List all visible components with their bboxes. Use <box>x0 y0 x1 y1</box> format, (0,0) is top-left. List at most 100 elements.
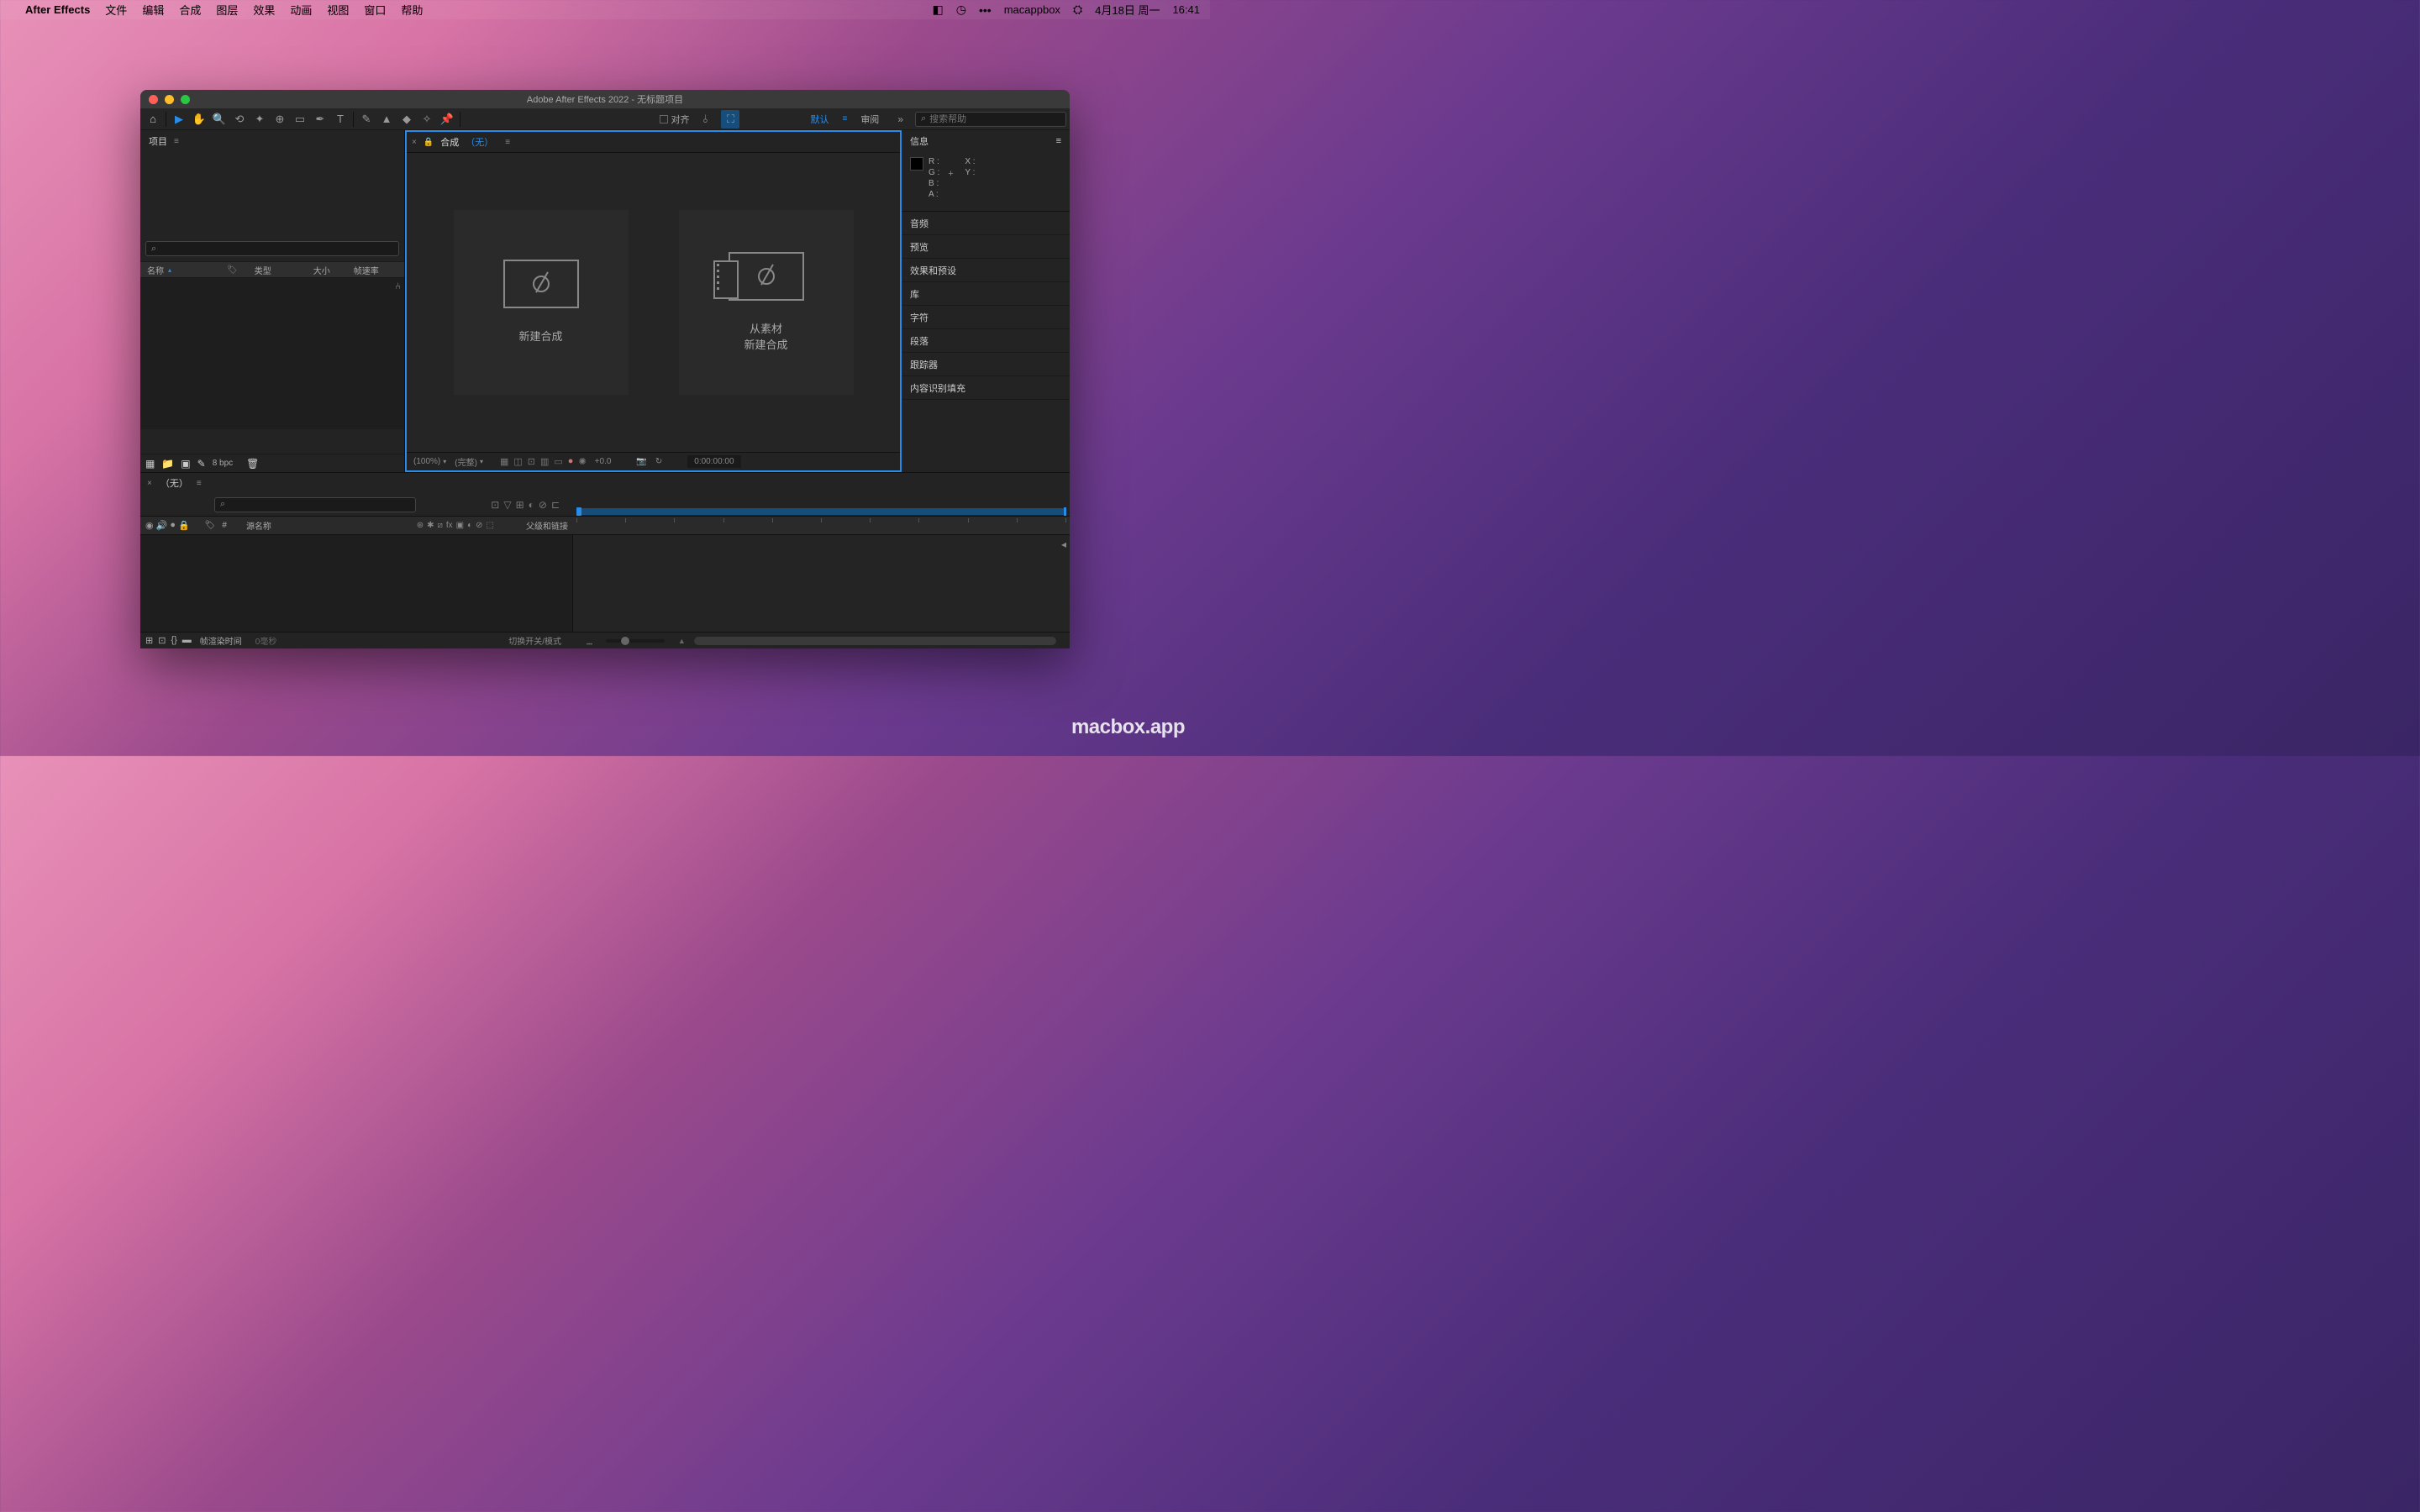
shy-icon[interactable]: ⊞ <box>516 499 524 511</box>
clock-icon[interactable]: ◷ <box>956 3 966 17</box>
lock-icon[interactable]: 🔒 <box>424 138 434 147</box>
toggle-modes-icon[interactable]: ⊡ <box>158 635 166 646</box>
interpret-footage-icon[interactable]: ▦ <box>145 458 155 470</box>
switch-icon[interactable]: ✱ <box>427 521 434 530</box>
snap-icon[interactable]: ⫰ <box>696 110 714 129</box>
hand-tool[interactable]: ✋ <box>190 110 208 129</box>
project-search-input[interactable] <box>160 244 393 254</box>
new-composition-card[interactable]: 新建合成 <box>454 210 629 395</box>
roto-tool[interactable]: ✧ <box>418 110 436 129</box>
timeline-tracks[interactable]: ◂ <box>573 535 1070 632</box>
maximize-window-button[interactable] <box>181 95 190 104</box>
timeline-search[interactable]: ⌕ <box>214 497 416 512</box>
zoom-dropdown[interactable]: (100%)▾ <box>413 457 446 466</box>
clone-tool[interactable]: ▲ <box>377 110 396 129</box>
rotate-tool[interactable]: ✦ <box>250 110 269 129</box>
workspace-review[interactable]: 审阅 <box>854 113 886 126</box>
region-icon[interactable]: ⊡ <box>528 456 535 467</box>
menu-window[interactable]: 窗口 <box>364 2 386 18</box>
draft-3d-icon[interactable]: ▽ <box>503 499 511 511</box>
col-name[interactable]: 名称 <box>147 264 164 276</box>
sidebar-item-audio[interactable]: 音频 <box>902 212 1070 235</box>
brush-tool[interactable]: ✎ <box>357 110 376 129</box>
menubar-date[interactable]: 4月18日 周一 <box>1095 2 1160 18</box>
sidebar-item-effects[interactable]: 效果和预设 <box>902 259 1070 282</box>
zoom-tool[interactable]: 🔍 <box>210 110 229 129</box>
switch-icon[interactable]: ⧄ <box>438 521 443 530</box>
exposure-reset-icon[interactable]: ✺ <box>578 456 586 467</box>
sidebar-item-content-aware[interactable]: 内容识别填充 <box>902 376 1070 400</box>
workspace-default[interactable]: 默认 <box>803 113 835 126</box>
adjust-icon[interactable]: ✎ <box>197 458 206 470</box>
selection-tool[interactable]: ▶ <box>170 110 188 129</box>
sidebar-item-library[interactable]: 库 <box>902 282 1070 306</box>
switch-icon[interactable]: ▣ <box>456 521 464 530</box>
align-checkbox[interactable]: 对齐 <box>660 113 689 126</box>
solo-icon[interactable]: ● <box>170 520 176 531</box>
stage-manager-icon[interactable]: ◧ <box>933 3 944 17</box>
menu-help[interactable]: 帮助 <box>401 2 423 18</box>
channel-icon[interactable]: ● <box>568 456 574 467</box>
menu-effect[interactable]: 效果 <box>253 2 275 18</box>
tag-col-icon[interactable]: 🏷 <box>205 521 216 530</box>
grid-icon[interactable]: ▥ <box>540 456 549 467</box>
col-type[interactable]: 类型 <box>255 264 271 276</box>
anchor-tool[interactable]: ⊕ <box>271 110 289 129</box>
menu-file[interactable]: 文件 <box>105 2 127 18</box>
menubar-user[interactable]: macappbox <box>1004 3 1060 16</box>
parent-link-col[interactable]: 父级和链接 <box>526 519 568 532</box>
tag-icon[interactable]: 🏷 <box>227 265 238 275</box>
resolution-dropdown[interactable]: (完整)▾ <box>455 455 483 468</box>
workspace-expand[interactable]: » <box>892 113 908 125</box>
snap-toggle[interactable]: ⛶ <box>721 110 739 129</box>
info-panel-menu-icon[interactable]: ≡ <box>1056 136 1061 146</box>
comp-tab-close[interactable]: × <box>412 138 417 147</box>
frame-blend-icon[interactable]: ◐ <box>529 499 534 511</box>
transparency-grid-icon[interactable]: ▦ <box>500 456 508 467</box>
more-icon[interactable]: ••• <box>979 3 992 17</box>
menu-layer[interactable]: 图层 <box>216 2 238 18</box>
snapshot-icon[interactable]: 📷 <box>636 457 646 466</box>
guides-icon[interactable]: ▭ <box>554 456 562 467</box>
switch-icon[interactable]: ⊘ <box>476 521 482 530</box>
toggle-switches-icon[interactable]: ⊞ <box>145 635 153 646</box>
type-tool[interactable]: T <box>331 110 350 129</box>
zoom-in-icon[interactable]: ▲ <box>678 637 686 645</box>
toggle-switches-button[interactable]: 切换开关/模式 <box>508 634 561 647</box>
switch-icon[interactable]: fx <box>446 521 453 530</box>
switch-icon[interactable]: ◐ <box>467 521 472 530</box>
motion-blur-icon[interactable]: ⊘ <box>539 499 547 511</box>
help-search-input[interactable] <box>929 114 1060 124</box>
new-comp-from-footage-card[interactable]: 从素材新建合成 <box>679 210 854 395</box>
speaker-icon[interactable]: 🔊 <box>156 520 168 531</box>
switch-icon[interactable]: ⊛ <box>417 521 424 530</box>
exposure-value[interactable]: +0.0 <box>595 457 612 466</box>
eye-icon[interactable]: ◉ <box>145 520 154 531</box>
sort-arrow-icon[interactable]: ▴ <box>168 266 171 274</box>
lock-col-icon[interactable]: 🔒 <box>178 520 190 531</box>
sidebar-item-preview[interactable]: 预览 <box>902 235 1070 259</box>
menu-animation[interactable]: 动画 <box>290 2 312 18</box>
menubar-time[interactable]: 16:41 <box>1172 3 1200 16</box>
timeline-tab-close[interactable]: × <box>147 479 152 488</box>
workspace-menu-icon[interactable]: ≡ <box>842 114 847 123</box>
menubar-app-name[interactable]: After Effects <box>25 3 90 16</box>
delete-icon[interactable]: 🗑 <box>246 458 259 470</box>
pen-tool[interactable]: ✒ <box>311 110 329 129</box>
timeline-zoom-slider[interactable] <box>606 639 665 643</box>
orbit-tool[interactable]: ⟲ <box>230 110 249 129</box>
timeline-layer-list[interactable] <box>140 535 573 632</box>
source-name-col[interactable]: 源名称 <box>246 519 271 532</box>
menu-composition[interactable]: 合成 <box>179 2 201 18</box>
col-fps[interactable]: 帧速率 <box>354 264 379 276</box>
sidebar-item-paragraph[interactable]: 段落 <box>902 329 1070 353</box>
hash-col[interactable]: # <box>222 521 227 530</box>
toggle-in-out-icon[interactable]: {} <box>171 635 176 646</box>
project-list[interactable]: ⑃ <box>140 278 404 429</box>
control-center-icon[interactable]: ⛭ <box>1073 3 1082 17</box>
sidebar-item-tracker[interactable]: 跟踪器 <box>902 353 1070 376</box>
help-search[interactable]: ⌕ <box>915 112 1066 127</box>
graph-editor-icon[interactable]: ⊏ <box>551 499 560 511</box>
marker-icon[interactable]: ◂ <box>1061 538 1066 550</box>
zoom-out-icon[interactable]: ▁ <box>587 636 592 645</box>
